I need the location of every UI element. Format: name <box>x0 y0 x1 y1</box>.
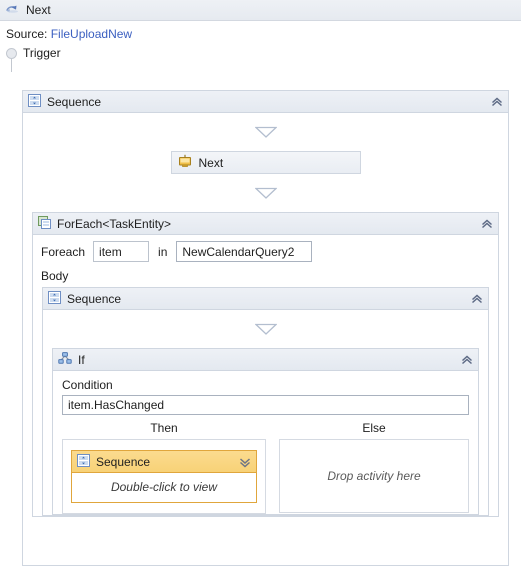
if-title: If <box>78 352 85 367</box>
triangle-down-icon <box>254 187 277 199</box>
else-dropzone[interactable]: Drop activity here <box>279 439 469 513</box>
trigger-row[interactable]: Trigger <box>0 43 521 72</box>
chevron-down-double-icon[interactable] <box>238 455 252 469</box>
chevron-up-double-icon[interactable] <box>460 353 474 367</box>
foreach-header[interactable]: ForEach<TaskEntity> <box>33 213 498 235</box>
source-label: Source: <box>6 27 48 41</box>
foreach-panel[interactable]: ForEach<TaskEntity> Foreach item in NewC… <box>32 212 499 517</box>
workflow-designer: Next Source: FileUploadNew Trigger Seque… <box>0 0 521 566</box>
if-body: Condition item.HasChanged Then Sequence … <box>53 371 478 514</box>
foreach-title: ForEach<TaskEntity> <box>57 216 172 231</box>
else-branch: Else Drop activity here <box>279 421 469 514</box>
window-title: Next <box>26 3 51 17</box>
foreach-icon <box>38 215 51 232</box>
foreach-collection-input[interactable]: NewCalendarQuery2 <box>176 241 313 262</box>
then-dropzone[interactable]: Sequence Double-click to view <box>62 439 266 514</box>
condition-input[interactable]: item.HasChanged <box>62 395 469 415</box>
next-activity-icon <box>178 154 192 171</box>
source-link[interactable]: FileUploadNew <box>51 27 132 41</box>
trigger-label: Trigger <box>23 46 61 60</box>
foreach-binding-row: Foreach item in NewCalendarQuery2 <box>33 235 498 262</box>
workflow-activity-icon <box>5 2 20 19</box>
if-branches: Then Sequence Double-click to view Else … <box>53 415 478 514</box>
then-label: Then <box>150 421 178 435</box>
then-sequence-title: Sequence <box>96 454 151 469</box>
if-panel[interactable]: If Condition item.HasChanged Then Sequen… <box>52 348 479 515</box>
else-drop-hint: Drop activity here <box>327 469 421 483</box>
then-branch: Then Sequence Double-click to view <box>62 421 266 514</box>
inner-sequence-body: If Condition item.HasChanged Then Sequen… <box>43 310 488 515</box>
inner-sequence-header[interactable]: Sequence <box>43 288 488 310</box>
chevron-up-double-icon[interactable] <box>480 217 494 231</box>
triangle-down-icon <box>254 126 277 138</box>
then-sequence-panel[interactable]: Sequence Double-click to view <box>71 450 257 503</box>
foreach-body: Foreach item in NewCalendarQuery2 Body S… <box>33 235 498 516</box>
then-sequence-header[interactable]: Sequence <box>72 451 256 473</box>
foreach-body-label: Body <box>41 269 69 283</box>
window-title-bar: Next <box>0 0 521 21</box>
next-activity-row: Next <box>23 151 508 174</box>
root-sequence-body: Next ForEach<TaskEntity> Foreach item in… <box>23 113 508 517</box>
connector-triangle-bottom <box>23 174 508 212</box>
if-header[interactable]: If <box>53 349 478 371</box>
root-sequence-panel[interactable]: Sequence Next ForEach<TaskEntity> Foreac… <box>22 90 509 566</box>
connector-triangle-top <box>23 113 508 151</box>
inner-sequence-title: Sequence <box>67 291 122 306</box>
condition-label: Condition <box>62 378 113 392</box>
else-label: Else <box>362 421 386 435</box>
sequence-icon <box>28 93 41 110</box>
trigger-connector-line <box>11 58 12 72</box>
chevron-up-double-icon[interactable] <box>490 95 504 109</box>
sequence-icon <box>77 453 90 470</box>
connector-triangle-inner <box>43 310 488 348</box>
trigger-dot-icon <box>6 47 17 59</box>
inner-sequence-panel[interactable]: Sequence If Condition item.HasChanged Th… <box>42 287 489 516</box>
sequence-icon <box>48 290 61 307</box>
triangle-down-icon <box>254 323 277 335</box>
next-activity-chip[interactable]: Next <box>170 151 361 174</box>
root-sequence-header[interactable]: Sequence <box>23 91 508 113</box>
source-line: Source: FileUploadNew <box>0 21 521 43</box>
chevron-up-double-icon[interactable] <box>470 292 484 306</box>
next-activity-label: Next <box>198 155 224 170</box>
foreach-prefix-label: Foreach <box>41 244 86 259</box>
if-branch-icon <box>58 351 72 368</box>
foreach-variable-input[interactable]: item <box>93 241 150 262</box>
foreach-in-label: in <box>158 244 168 259</box>
then-sequence-note: Double-click to view <box>72 473 256 502</box>
root-sequence-title: Sequence <box>47 94 102 109</box>
